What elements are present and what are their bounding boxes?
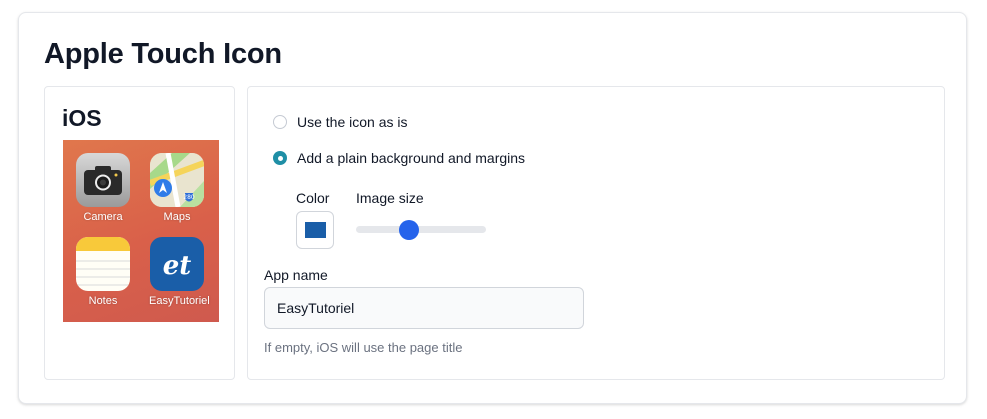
app-camera: Camera: [75, 153, 131, 223]
app-label: Notes: [88, 295, 118, 307]
color-swatch: [305, 222, 326, 238]
app-easytutoriel: et EasyTutoriel: [149, 237, 210, 307]
ios-preview-panel: iOS Camera 280 Maps Notes et EasyTutorie…: [44, 86, 235, 380]
radio-button[interactable]: [273, 115, 287, 129]
easytutoriel-icon: et: [150, 237, 204, 291]
icon-settings-panel: Use the icon as is Add a plain backgroun…: [247, 86, 945, 380]
radio-button[interactable]: [273, 151, 287, 165]
option-use-icon-as-is[interactable]: Use the icon as is: [273, 112, 408, 132]
app-notes: Notes: [75, 237, 131, 307]
color-label: Color: [296, 190, 330, 206]
slider-track[interactable]: [356, 226, 486, 233]
preview-title: iOS: [62, 105, 102, 131]
easytutoriel-glyph: et: [163, 251, 192, 281]
page-title: Apple Touch Icon: [44, 38, 282, 70]
image-size-label: Image size: [356, 190, 424, 206]
color-picker-button[interactable]: [296, 211, 334, 249]
apple-touch-icon-card: Apple Touch Icon iOS Camera 280 Maps Not…: [18, 12, 967, 404]
ios-home-screen: Camera 280 Maps Notes et EasyTutoriel: [63, 140, 219, 322]
image-size-slider[interactable]: [356, 220, 486, 240]
maps-badge: 280: [183, 194, 195, 201]
option-label: Add a plain background and margins: [297, 150, 526, 166]
option-add-background[interactable]: Add a plain background and margins: [273, 148, 525, 168]
app-maps: 280 Maps: [149, 153, 205, 223]
option-label: Use the icon as is: [297, 114, 408, 130]
maps-icon: 280: [150, 153, 204, 207]
slider-thumb[interactable]: [399, 220, 420, 240]
app-label: Camera: [83, 211, 123, 223]
app-name-help-text: If empty, iOS will use the page title: [264, 340, 463, 355]
notes-icon: [76, 237, 130, 291]
app-name-input[interactable]: [264, 287, 584, 329]
camera-icon: [76, 153, 130, 207]
app-label: Maps: [163, 211, 191, 223]
app-name-label: App name: [264, 267, 328, 283]
app-label: EasyTutoriel: [149, 295, 210, 307]
